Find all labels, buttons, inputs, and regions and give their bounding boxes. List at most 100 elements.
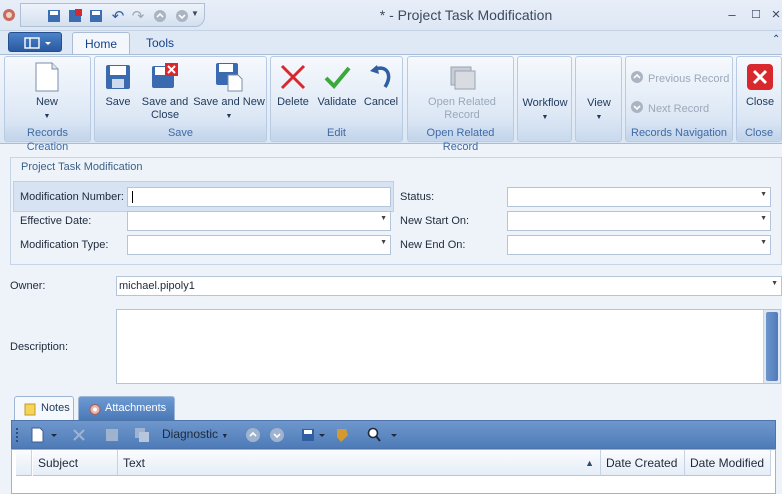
- tab-tools[interactable]: Tools: [134, 32, 186, 55]
- group-edit: Delete Validate Cancel Edit: [270, 56, 403, 142]
- delete-button[interactable]: Delete: [274, 62, 312, 109]
- delete-label: Delete: [277, 96, 309, 108]
- group-label-save: Save: [95, 126, 266, 140]
- owner-label: Owner:: [10, 280, 46, 292]
- sort-ascending-icon: ▲: [585, 458, 594, 468]
- save-and-new-button[interactable]: Save and New ▼: [192, 62, 266, 123]
- chevron-down-icon: ▼: [760, 239, 767, 246]
- new-document-icon: [32, 62, 62, 92]
- effective-date-field[interactable]: ▼: [127, 211, 391, 231]
- close-window-icon[interactable]: ×: [766, 6, 782, 24]
- tab-notes[interactable]: Notes: [14, 396, 74, 420]
- status-label: Status:: [400, 191, 435, 203]
- new-end-on-label: New End On:: [400, 239, 466, 251]
- toolbar-grip: [16, 428, 19, 442]
- group-label-close: Close: [737, 126, 781, 140]
- save-icon: [103, 62, 133, 92]
- next-record-button[interactable]: Next Record: [630, 100, 734, 118]
- save-new-icon: [214, 62, 244, 92]
- save-label: Save: [105, 96, 131, 108]
- group-label-records-creation: Records Creation: [5, 126, 90, 153]
- next-record-label: Next Record: [648, 102, 710, 115]
- maximize-icon[interactable]: ☐: [746, 6, 766, 24]
- next-record-icon: [630, 100, 644, 118]
- chevron-down-icon: ▼: [221, 433, 229, 440]
- diagnostic-button[interactable]: Diagnostic ▼: [162, 427, 228, 441]
- workflow-button[interactable]: Workflow ▼: [520, 97, 570, 124]
- group-label-edit: Edit: [271, 126, 402, 140]
- modification-number-field[interactable]: [127, 187, 391, 207]
- close-icon: [745, 62, 775, 92]
- chevron-down-icon: ▼: [380, 239, 387, 246]
- chevron-down-icon: ▼: [380, 215, 387, 222]
- notes-toolbar: Diagnostic ▼: [11, 420, 776, 449]
- description-label: Description:: [10, 341, 69, 353]
- column-header-text-label: Text: [123, 456, 146, 470]
- close-label: Close: [745, 96, 775, 108]
- new-button[interactable]: New ▼: [27, 62, 67, 123]
- search-icon[interactable]: [366, 427, 400, 446]
- effective-date-label: Effective Date:: [20, 215, 92, 227]
- cancel-button[interactable]: Cancel: [361, 62, 401, 109]
- open-related-record-button[interactable]: Open Related Record: [422, 62, 502, 122]
- column-header-date-created[interactable]: Date Created: [601, 450, 685, 476]
- export-icon[interactable]: [300, 427, 330, 446]
- notes-grid: Subject Text ▲ Date Created Date Modifie…: [11, 449, 776, 494]
- bookmark-icon[interactable]: [334, 427, 350, 446]
- modification-type-label: Modification Type:: [20, 239, 109, 251]
- save-and-new-label: Save and New: [193, 96, 265, 108]
- tab-home[interactable]: Home: [72, 32, 131, 55]
- cancel-label: Cancel: [363, 96, 399, 108]
- new-end-on-field[interactable]: ▼: [507, 235, 771, 255]
- view-button[interactable]: View ▼: [578, 97, 620, 124]
- modification-type-field[interactable]: ▼: [127, 235, 391, 255]
- previous-record-button[interactable]: Previous Record: [630, 70, 734, 88]
- view-label: View: [587, 97, 611, 109]
- open-related-record-label: Open Related Record: [428, 96, 496, 121]
- tab-attachments-label: Attachments: [105, 402, 167, 414]
- minimize-ribbon-icon[interactable]: ⌃: [772, 34, 780, 45]
- status-field[interactable]: ▼: [507, 187, 771, 207]
- move-down-icon[interactable]: [269, 427, 285, 446]
- save-and-close-button[interactable]: Save and Close: [140, 62, 190, 122]
- column-header-date-modified[interactable]: Date Modified: [685, 450, 771, 476]
- group-records-creation: New ▼ Records Creation: [4, 56, 91, 153]
- minimize-icon[interactable]: –: [722, 6, 742, 24]
- group-label-open-related-record: Open Related Record: [408, 126, 513, 153]
- group-records-navigation: Previous Record Next Record Records Navi…: [625, 56, 733, 142]
- group-view: View ▼: [575, 56, 622, 142]
- chevron-down-icon: ▼: [760, 215, 767, 222]
- copy-note-icon[interactable]: [134, 427, 150, 446]
- group-save: Save Save and Close Save and New ▼ Save: [94, 56, 267, 142]
- column-header-text[interactable]: Text ▲: [118, 450, 601, 476]
- move-up-icon[interactable]: [245, 427, 261, 446]
- previous-record-label: Previous Record: [648, 72, 730, 85]
- edit-note-icon[interactable]: [104, 427, 120, 446]
- checkmark-icon: [322, 62, 352, 92]
- close-button[interactable]: Close: [739, 62, 781, 109]
- delete-note-icon[interactable]: [71, 427, 87, 446]
- chevron-down-icon: ▼: [771, 280, 778, 287]
- save-close-icon: [150, 62, 180, 92]
- undo-arrow-icon: [366, 62, 396, 92]
- column-header-subject[interactable]: Subject: [33, 450, 118, 476]
- row-header-column: [16, 450, 32, 476]
- validate-button[interactable]: Validate: [315, 62, 359, 109]
- owner-field[interactable]: michael.pipoly1 ▼: [116, 276, 782, 296]
- new-start-on-field[interactable]: ▼: [507, 211, 771, 231]
- workflow-label: Workflow: [522, 97, 568, 109]
- new-note-icon[interactable]: [30, 427, 60, 446]
- scrollbar-thumb[interactable]: [766, 312, 778, 381]
- save-button[interactable]: Save: [101, 62, 135, 109]
- group-open-related-record: Open Related Record Open Related Record: [407, 56, 514, 153]
- validate-label: Validate: [317, 96, 357, 108]
- tab-notes-label: Notes: [41, 402, 70, 414]
- description-scrollbar[interactable]: [763, 310, 780, 383]
- application-menu-button[interactable]: [8, 32, 62, 52]
- group-close: Close Close: [736, 56, 782, 142]
- modification-number-label: Modification Number:: [20, 191, 124, 203]
- group-workflow: Workflow ▼: [517, 56, 572, 142]
- tab-attachments[interactable]: Attachments: [78, 396, 175, 420]
- description-field[interactable]: [116, 309, 781, 384]
- diagnostic-label: Diagnostic: [162, 427, 219, 441]
